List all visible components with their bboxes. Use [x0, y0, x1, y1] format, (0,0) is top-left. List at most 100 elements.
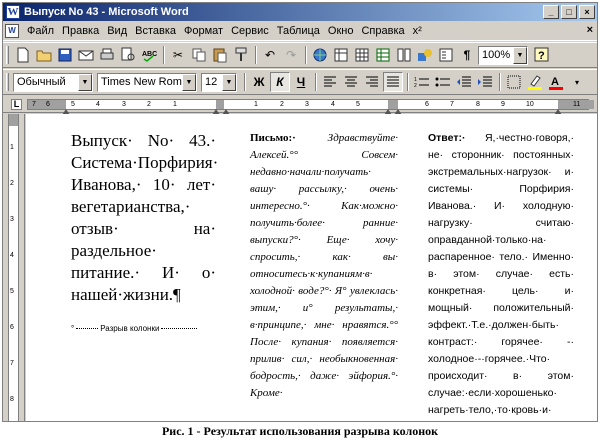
- ruler-number: 6: [46, 101, 50, 108]
- align-right-icon[interactable]: [362, 72, 382, 92]
- decrease-indent-icon[interactable]: [454, 72, 474, 92]
- bullets-icon[interactable]: [433, 72, 453, 92]
- align-center-icon[interactable]: [341, 72, 361, 92]
- ruler-number: 4: [96, 101, 100, 108]
- ruler-number: 3: [122, 101, 126, 108]
- column-2-label: Письмо:·: [250, 132, 296, 144]
- show-formatting-icon[interactable]: ¶: [457, 45, 477, 65]
- zoom-dropdown-arrow-icon[interactable]: ▼: [513, 46, 527, 64]
- highlight-icon[interactable]: [525, 72, 545, 92]
- format-painter-icon[interactable]: [231, 45, 251, 65]
- menu-insert[interactable]: Вставка: [131, 25, 180, 37]
- drawing-icon[interactable]: [415, 45, 435, 65]
- vertical-ruler[interactable]: 1 2 3 4 5 6 7 8: [3, 114, 25, 421]
- size-dropdown-arrow-icon[interactable]: ▼: [222, 73, 236, 91]
- menu-edit[interactable]: Правка: [58, 25, 103, 37]
- minimize-button[interactable]: _: [543, 5, 559, 19]
- hyperlink-icon[interactable]: [310, 45, 330, 65]
- style-value: Обычный: [17, 76, 66, 88]
- horizontal-ruler[interactable]: L 7 6 5 4 3 2 1 1 2 3 4 5 6 7 8 9 10 11: [3, 96, 597, 115]
- toolbar-grip[interactable]: [6, 46, 9, 64]
- tables-borders-icon[interactable]: [331, 45, 351, 65]
- spelling-icon[interactable]: ABC: [139, 45, 159, 65]
- ruler-number: 3: [305, 101, 309, 108]
- save-icon[interactable]: [55, 45, 75, 65]
- formatting-toolbar: Обычный ▼ Times New Roman ▼ 12 ▼ Ж К Ч 1…: [3, 69, 597, 95]
- borders-icon[interactable]: [504, 72, 524, 92]
- document-page[interactable]: Выпуск· No· 43.· Система·Порфирия· Ивано…: [26, 114, 597, 421]
- close-document-button[interactable]: ×: [587, 24, 593, 36]
- zoom-select[interactable]: 100% ▼: [478, 45, 528, 65]
- menu-format[interactable]: Формат: [180, 25, 227, 37]
- justify-icon[interactable]: [383, 72, 403, 92]
- font-size-select[interactable]: 12 ▼: [201, 72, 237, 92]
- cut-icon[interactable]: ✂: [168, 45, 188, 65]
- separator: [315, 73, 317, 91]
- column-3-text: Я,·честно·говоря,· не· сторонник· постоя…: [428, 132, 574, 416]
- separator: [499, 73, 501, 91]
- redo-icon[interactable]: ↷: [281, 45, 301, 65]
- separator: [305, 46, 307, 64]
- document-icon[interactable]: W: [5, 24, 19, 38]
- column-break-marker: ° Разрыв колонки: [71, 324, 216, 333]
- word-app-icon[interactable]: W: [6, 5, 20, 19]
- columns-icon[interactable]: [394, 45, 414, 65]
- menu-help[interactable]: Справка: [357, 25, 408, 37]
- insert-table-icon[interactable]: [352, 45, 372, 65]
- close-window-button[interactable]: ×: [579, 5, 595, 19]
- document-map-icon[interactable]: [436, 45, 456, 65]
- menu-tools[interactable]: Сервис: [227, 25, 273, 37]
- underline-button[interactable]: Ч: [291, 72, 311, 92]
- mail-icon[interactable]: [76, 45, 96, 65]
- print-icon[interactable]: [97, 45, 117, 65]
- column-break-symbol: °: [71, 324, 75, 333]
- toolbar-grip[interactable]: [6, 73, 9, 91]
- maximize-button[interactable]: □: [561, 5, 577, 19]
- help-icon[interactable]: ?: [532, 45, 552, 65]
- menu-file[interactable]: Файл: [23, 25, 58, 37]
- style-select[interactable]: Обычный ▼: [13, 72, 93, 92]
- vruler-margin-shade: [9, 114, 18, 126]
- vruler-number: 5: [10, 288, 14, 295]
- vruler-number: 4: [10, 252, 14, 259]
- vertical-ruler-strip: [8, 114, 19, 421]
- numbering-icon[interactable]: 12: [412, 72, 432, 92]
- paste-icon[interactable]: [210, 45, 230, 65]
- ruler-gap-shade: [216, 100, 224, 109]
- undo-icon[interactable]: ↶: [260, 45, 280, 65]
- svg-text:A: A: [551, 76, 559, 88]
- word-window: W Выпуск No 43 - Microsoft Word _ □ × W …: [2, 2, 598, 422]
- column-1[interactable]: Выпуск· No· 43.· Система·Порфирия· Ивано…: [71, 130, 218, 306]
- insert-excel-icon[interactable]: [373, 45, 393, 65]
- vruler-number: 1: [10, 144, 14, 151]
- font-select[interactable]: Times New Roman ▼: [97, 72, 197, 92]
- ruler-number: 6: [425, 101, 429, 108]
- ruler-number: 8: [476, 101, 480, 108]
- column-3[interactable]: Ответ:· Я,·честно·говоря,· не· сторонник…: [428, 130, 574, 419]
- increase-indent-icon[interactable]: [475, 72, 495, 92]
- font-color-icon[interactable]: A: [546, 72, 566, 92]
- ruler-number: 7: [450, 101, 454, 108]
- print-preview-icon[interactable]: [118, 45, 138, 65]
- toolbar-options-icon[interactable]: ▾: [567, 72, 587, 92]
- ruler-number: 11: [573, 101, 581, 108]
- column-2[interactable]: Письмо:· Здравствуйте· Алексей.°° Совсем…: [250, 130, 398, 402]
- window-controls: _ □ ×: [543, 5, 595, 19]
- vruler-number: 2: [10, 180, 14, 187]
- bold-button[interactable]: Ж: [249, 72, 269, 92]
- menu-view[interactable]: Вид: [103, 25, 131, 37]
- new-document-icon[interactable]: [13, 45, 33, 65]
- font-size-value: 12: [205, 76, 218, 88]
- menu-table[interactable]: Таблица: [273, 25, 324, 37]
- italic-button[interactable]: К: [270, 72, 290, 92]
- tab-stop-selector[interactable]: L: [11, 99, 22, 110]
- font-dropdown-arrow-icon[interactable]: ▼: [182, 73, 196, 91]
- menu-superscript[interactable]: x²: [409, 25, 426, 37]
- copy-icon[interactable]: [189, 45, 209, 65]
- ruler-number: 7: [32, 101, 36, 108]
- align-left-icon[interactable]: [320, 72, 340, 92]
- menu-window[interactable]: Окно: [324, 25, 358, 37]
- ruler-number: 9: [501, 101, 505, 108]
- open-folder-icon[interactable]: [34, 45, 54, 65]
- style-dropdown-arrow-icon[interactable]: ▼: [78, 73, 92, 91]
